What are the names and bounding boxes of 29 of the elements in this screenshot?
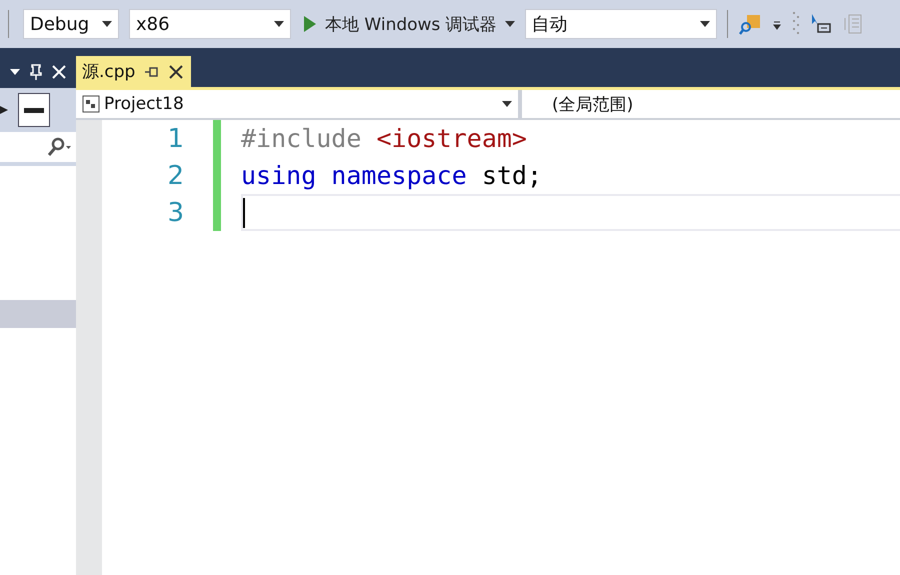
scope-dropdown[interactable]: (全局范围) [522,90,900,118]
text-cursor [243,198,245,228]
platform-dropdown[interactable]: x86 [129,9,291,39]
grip-icon [792,11,800,37]
pin-icon[interactable] [145,66,160,76]
search-icon [46,137,72,157]
find-in-files-icon[interactable] [738,12,762,36]
solution-mode-dropdown[interactable]: 自动 [524,9,717,39]
dropdown-icon[interactable] [10,69,20,75]
close-icon[interactable] [169,64,184,78]
properties-button[interactable] [18,93,50,127]
caret-icon [274,21,284,27]
step-into-icon[interactable] [810,13,832,35]
caret-icon [502,101,512,107]
project-dropdown[interactable]: Project18 [76,90,518,118]
project-icon [82,95,100,113]
search-field[interactable] [0,132,76,166]
play-icon [303,15,317,33]
code-line: #include <iostream> [241,124,527,153]
code-line: using namespace std; [241,161,542,190]
start-debugging-button[interactable]: 本地 Windows 调试器 [301,12,517,36]
line-number: 2 [166,160,184,190]
caret-icon [700,21,710,27]
configuration-dropdown[interactable]: Debug [23,9,119,39]
caret-icon [504,21,515,27]
line-number: 3 [166,198,184,228]
caret-icon [102,21,112,27]
document-tab[interactable]: 源.cpp [76,56,192,87]
line-number: 1 [166,124,184,154]
